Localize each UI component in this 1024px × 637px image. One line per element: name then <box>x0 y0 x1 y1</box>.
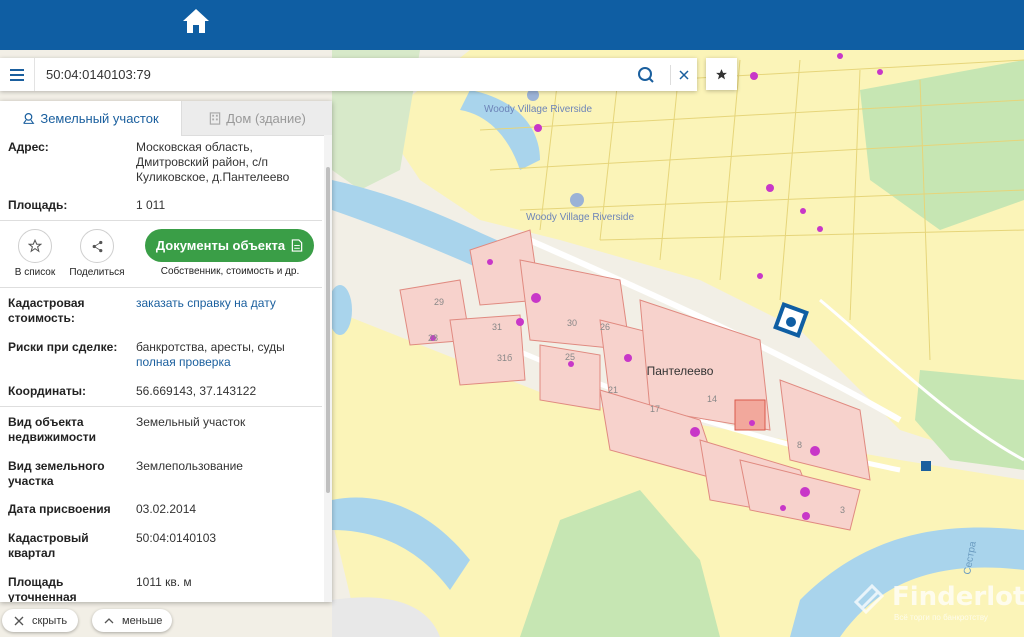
assignment-date-value: 03.02.2014 <box>136 502 197 516</box>
cadastral-cost-label: Кадастровая стоимость: <box>8 296 85 325</box>
share-icon <box>92 240 102 252</box>
land-type-label: Вид земельного участка <box>8 459 105 488</box>
svg-text:14: 14 <box>707 394 717 404</box>
scrollbar-thumb[interactable] <box>326 167 330 493</box>
divider <box>0 287 322 288</box>
watermark-name: Finderlot <box>892 582 1024 612</box>
search-input[interactable]: 50:04:0140103:79 <box>46 67 151 82</box>
risks-label: Риски при сделке: <box>8 340 118 354</box>
share-button[interactable] <box>80 229 114 263</box>
favorite-label: В список <box>14 267 56 278</box>
assignment-date-label: Дата присвоения <box>8 502 111 516</box>
search-icon[interactable] <box>636 65 656 85</box>
svg-text:17: 17 <box>650 404 660 414</box>
search-bar: 50:04:0140103:79 <box>0 58 697 91</box>
finderlot-logo-icon <box>853 583 885 615</box>
menu-button[interactable] <box>0 58 35 91</box>
area-value: 1 011 <box>136 198 166 212</box>
order-certificate-link[interactable]: заказать справку на дату <box>136 296 322 311</box>
cadastral-quarter-label: Кадастровый квартал <box>8 531 89 560</box>
scrollbar[interactable] <box>324 135 332 602</box>
area-label: Площадь: <box>8 198 68 212</box>
close-icon <box>14 616 24 625</box>
star-outline-icon <box>28 239 42 253</box>
tab-land-plot[interactable]: Земельный участок <box>0 101 181 136</box>
home-icon[interactable] <box>180 5 212 37</box>
svg-text:30: 30 <box>567 318 577 328</box>
documents-subtitle: Собственник, стоимость и др. <box>160 266 300 277</box>
watermark-logo: Finderlot Всё торги по банкротству <box>852 580 1024 630</box>
tab-label: Дом (здание) <box>226 110 306 126</box>
land-type-value: Землепользование <box>136 459 243 473</box>
tab-building[interactable]: Дом (здание) <box>181 101 332 136</box>
hide-panel-button[interactable]: скрыть <box>2 609 78 632</box>
address-value: Московская область, Дмитровский район, с… <box>136 140 290 184</box>
documents-button[interactable]: Документы объекта <box>145 229 314 262</box>
object-type-label: Вид объекта недвижимости <box>8 415 96 444</box>
svg-text:25: 25 <box>565 352 575 362</box>
svg-text:29: 29 <box>434 297 444 307</box>
object-type-value: Земельный участок <box>136 415 246 429</box>
precise-area-value: 1011 кв. м <box>136 575 192 589</box>
top-header <box>0 0 1024 50</box>
building-icon <box>209 111 221 125</box>
info-panel: Земельный участок Дом (здание) Адрес: Мо… <box>0 101 332 602</box>
full-check-link[interactable]: полная проверка <box>136 355 322 370</box>
svg-text:21: 21 <box>608 385 618 395</box>
precise-area-label: Площадь уточненная <box>8 575 77 602</box>
hamburger-icon <box>10 68 24 81</box>
risks-value: банкротства, аресты, суды <box>136 340 285 354</box>
documents-button-label: Документы объекта <box>155 238 286 253</box>
svg-text:3: 3 <box>840 505 845 515</box>
less-label: меньше <box>122 614 163 627</box>
tabs: Земельный участок Дом (здание) <box>0 101 332 136</box>
address-label: Адрес: <box>8 140 49 154</box>
poi-label-2: Woody Village Riverside <box>526 212 634 223</box>
svg-text:31: 31 <box>492 322 502 332</box>
pin-icon <box>23 112 35 124</box>
svg-text:26: 26 <box>600 322 610 332</box>
watermark-subtitle: Всё торги по банкротству <box>894 613 988 622</box>
divider <box>0 406 322 407</box>
less-button[interactable]: меньше <box>92 609 172 632</box>
svg-text:8: 8 <box>797 440 802 450</box>
poi-label-1: Woody Village Riverside <box>484 104 592 115</box>
cadastral-quarter-value: 50:04:0140103 <box>136 531 217 545</box>
coordinates-value: 56.669143, 37.143122 <box>136 384 257 398</box>
clear-icon[interactable] <box>670 65 691 85</box>
share-label: Поделиться <box>69 267 125 278</box>
favorite-button[interactable] <box>18 229 52 263</box>
chevron-up-icon <box>104 617 114 623</box>
star-icon <box>716 68 727 79</box>
coordinates-label: Координаты: <box>8 384 87 398</box>
bookmark-button[interactable] <box>706 58 737 90</box>
divider <box>0 220 322 221</box>
svg-text:31б: 31б <box>497 353 512 363</box>
document-icon <box>291 239 303 252</box>
svg-text:28: 28 <box>428 333 438 343</box>
tab-label: Земельный участок <box>40 110 159 126</box>
hide-label: скрыть <box>32 614 68 627</box>
place-name: Пантелеево <box>647 364 714 378</box>
location-marker-icon <box>773 302 809 338</box>
